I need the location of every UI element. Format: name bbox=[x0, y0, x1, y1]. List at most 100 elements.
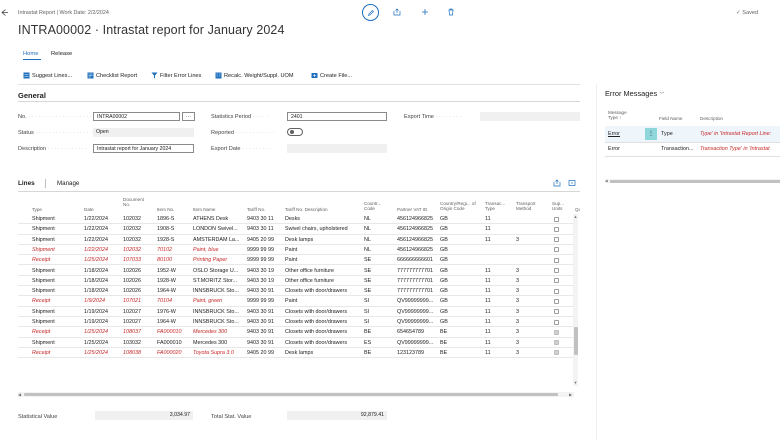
row-country-origin[interactable]: GB bbox=[440, 214, 482, 224]
table-row[interactable]: Shipment 1/22/2024 102032 1928-S AMSTERDAM L… bbox=[18, 235, 574, 245]
col-error-description[interactable]: Description bbox=[700, 116, 723, 121]
row-item-no[interactable]: 70102 bbox=[157, 245, 191, 255]
row-date[interactable]: 1/9/2024 bbox=[84, 296, 122, 306]
row-transport-method[interactable]: 3 bbox=[516, 327, 546, 337]
row-document-no[interactable]: 102032 bbox=[123, 224, 155, 234]
table-row[interactable]: Shipment 1/22/2024 102032 70102 Paint, blue 9… bbox=[18, 245, 574, 256]
row-transport-method[interactable]: 3 bbox=[516, 266, 546, 276]
row-tariff-no[interactable]: 9405 20 99 bbox=[247, 348, 283, 358]
col-supp-units[interactable]: Sup... Units bbox=[552, 201, 568, 211]
col-tariff-no[interactable]: Tariff No. bbox=[247, 207, 265, 212]
row-supp-units-checkbox[interactable] bbox=[554, 319, 559, 325]
row-document-no[interactable]: 107033 bbox=[123, 255, 155, 265]
row-date[interactable]: 1/22/2024 bbox=[84, 235, 122, 245]
row-transport-method[interactable]: 3 bbox=[516, 296, 546, 306]
row-tariff-description[interactable]: Desks bbox=[285, 214, 363, 224]
description-field[interactable]: Intrastat report for January 2024 bbox=[93, 144, 194, 153]
col-item-name[interactable]: Item Name bbox=[193, 207, 215, 212]
row-tariff-no[interactable]: 9403 30 91 bbox=[247, 338, 283, 348]
col-transaction-type[interactable]: Transac... Type bbox=[485, 201, 507, 211]
row-transaction-type[interactable] bbox=[485, 255, 513, 265]
row-tariff-description[interactable]: Swivel chairs, upholstered bbox=[285, 224, 363, 234]
lines-hscroll[interactable]: ◀ ▶ bbox=[18, 392, 574, 397]
row-tariff-no[interactable]: 9999 99 99 bbox=[247, 296, 283, 306]
col-country-origin[interactable]: Country/Regi... of Origin Code bbox=[440, 201, 482, 211]
row-date[interactable]: 1/19/2024 bbox=[84, 307, 122, 317]
create-file-button[interactable]: Create File... bbox=[311, 71, 352, 80]
row-country-origin[interactable]: GB bbox=[440, 317, 482, 327]
row-supp-units-checkbox[interactable] bbox=[554, 329, 559, 335]
row-date[interactable]: 1/25/2024 bbox=[84, 327, 122, 337]
table-row[interactable]: Shipment 1/19/2024 102027 1976-W INNSBRUCK S… bbox=[18, 307, 574, 317]
row-item-no[interactable]: 1952-W bbox=[157, 266, 191, 276]
row-country-origin[interactable]: GB bbox=[440, 307, 482, 317]
row-transaction-type[interactable]: 11 bbox=[485, 286, 513, 296]
row-tariff-description[interactable]: Closets with door/drawers bbox=[285, 286, 363, 296]
row-transaction-type[interactable]: 11 bbox=[485, 338, 513, 348]
row-partner-vat[interactable]: QV99999999... bbox=[397, 307, 439, 317]
row-tariff-description[interactable]: Other office furniture bbox=[285, 266, 363, 276]
row-partner-vat[interactable]: 777777777701 bbox=[397, 276, 439, 286]
table-row[interactable]: Receipt 1/9/2024 107021 70104 Paint, green 99… bbox=[18, 296, 574, 307]
row-country-code[interactable]: SE bbox=[364, 266, 394, 276]
row-type[interactable]: Receipt bbox=[32, 327, 72, 337]
row-type[interactable]: Shipment bbox=[32, 266, 72, 276]
row-document-no[interactable]: 108038 bbox=[123, 348, 155, 358]
table-row[interactable]: Shipment 1/18/2024 102026 1928-W ST.MORITZ S… bbox=[18, 276, 574, 287]
row-document-no[interactable]: 102026 bbox=[123, 286, 155, 296]
share-button[interactable] bbox=[392, 7, 402, 17]
table-row[interactable]: Shipment 1/18/2024 102026 1964-W INNSBRUCK S… bbox=[18, 286, 574, 297]
row-country-code[interactable]: SE bbox=[364, 276, 394, 286]
row-transaction-type[interactable]: 11 bbox=[485, 276, 513, 286]
row-tariff-description[interactable]: Desk lamps bbox=[285, 348, 363, 358]
row-country-code[interactable]: NL bbox=[364, 224, 394, 234]
row-transport-method[interactable] bbox=[516, 214, 546, 224]
row-date[interactable]: 1/18/2024 bbox=[84, 266, 122, 276]
row-type[interactable]: Shipment bbox=[32, 317, 72, 327]
tab-home[interactable]: Home bbox=[23, 51, 38, 57]
lines-scrollbar-thumb[interactable] bbox=[573, 327, 578, 355]
row-partner-vat[interactable]: 123123789 bbox=[397, 348, 439, 358]
checklist-report-button[interactable]: Checklist Report bbox=[87, 71, 137, 80]
row-tariff-no[interactable]: 9403 30 11 bbox=[247, 214, 283, 224]
table-row[interactable]: Receipt 1/25/2024 107033 80100 Printing Pape… bbox=[18, 255, 574, 266]
row-document-no[interactable]: 103032 bbox=[123, 338, 155, 348]
row-type[interactable]: Shipment bbox=[32, 214, 72, 224]
row-partner-vat[interactable]: 777777777701 bbox=[397, 266, 439, 276]
row-tariff-description[interactable]: Desk lamps bbox=[285, 235, 363, 245]
row-transport-method[interactable]: 3 bbox=[516, 286, 546, 296]
row-country-code[interactable]: SI bbox=[364, 317, 394, 327]
row-date[interactable]: 1/19/2024 bbox=[84, 317, 122, 327]
table-row[interactable]: Receipt 1/25/2024 108038 FA000020 Toyota Sup… bbox=[18, 348, 574, 359]
row-transport-method[interactable]: 3 bbox=[516, 235, 546, 245]
row-transaction-type[interactable]: 11 bbox=[485, 296, 513, 306]
row-transaction-type[interactable]: 11 bbox=[485, 224, 513, 234]
table-row[interactable]: Shipment 1/18/2024 102026 1952-W OSLO Storag… bbox=[18, 266, 574, 276]
row-item-name[interactable]: INNSBRUCK Sto... bbox=[193, 286, 245, 296]
row-tariff-description[interactable]: Closets with door/drawers bbox=[285, 307, 363, 317]
row-transaction-type[interactable]: 11 bbox=[485, 317, 513, 327]
row-type[interactable]: Shipment bbox=[32, 224, 72, 234]
row-supp-units-checkbox[interactable] bbox=[554, 340, 559, 346]
row-tariff-description[interactable]: Closets with door/drawers bbox=[285, 338, 363, 348]
row-transaction-type[interactable]: 11 bbox=[485, 348, 513, 358]
row-country-origin[interactable]: BE bbox=[440, 348, 482, 358]
row-country-origin[interactable]: GB bbox=[440, 276, 482, 286]
row-transaction-type[interactable] bbox=[485, 245, 513, 255]
col-tariff-description[interactable]: Tariff No. Description bbox=[285, 207, 328, 212]
col-document-no[interactable]: Document No. bbox=[123, 197, 145, 207]
row-transport-method[interactable]: 3 bbox=[516, 307, 546, 317]
error-hscroll-thumb[interactable] bbox=[610, 179, 780, 183]
row-country-code[interactable]: BE bbox=[364, 327, 394, 337]
row-item-name[interactable]: INNSBRUCK Sto... bbox=[193, 307, 245, 317]
table-row[interactable]: Receipt 1/25/2024 108037 FA000010 Mercedes 3… bbox=[18, 327, 574, 338]
statistics-period-field[interactable]: 2401 bbox=[287, 112, 387, 121]
row-document-no[interactable]: 102032 bbox=[123, 235, 155, 245]
row-transport-method[interactable]: 3 bbox=[516, 348, 546, 358]
row-type[interactable]: Shipment bbox=[32, 286, 72, 296]
row-type[interactable]: Shipment bbox=[32, 276, 72, 286]
row-item-no[interactable]: 80100 bbox=[157, 255, 191, 265]
row-supp-units-checkbox[interactable] bbox=[554, 226, 559, 232]
col-extra[interactable]: Qu bbox=[575, 207, 580, 212]
row-country-origin[interactable]: GB bbox=[440, 245, 482, 255]
